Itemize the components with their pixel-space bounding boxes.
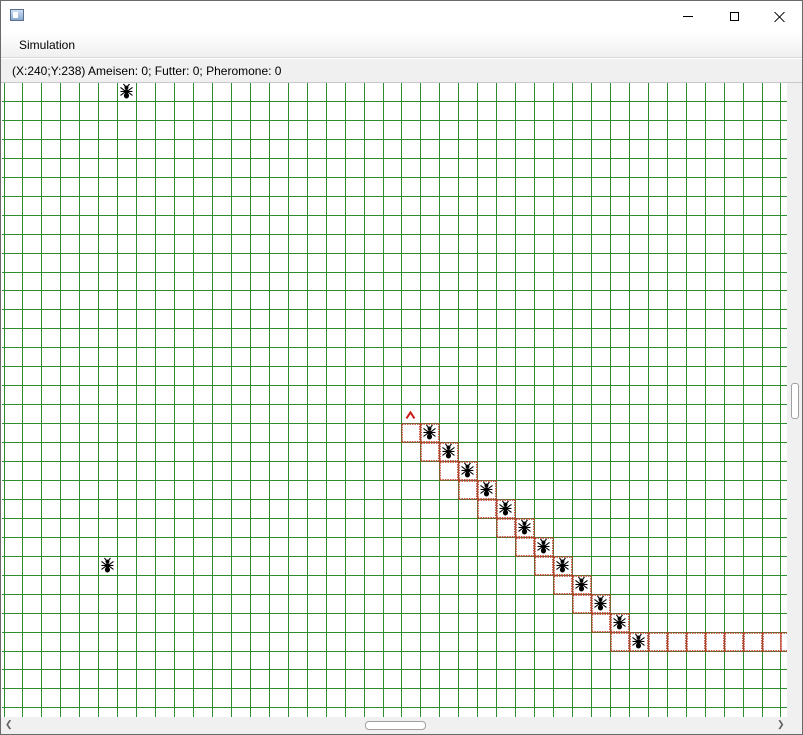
trail-cell: [668, 633, 686, 651]
status-text: (X:240;Y:238) Ameisen: 0; Futter: 0; Phe…: [12, 64, 282, 78]
maximize-button[interactable]: [711, 1, 757, 32]
trail-cell: [535, 557, 553, 575]
trail-cell: [611, 633, 629, 651]
vertical-scroll-thumb[interactable]: [791, 383, 799, 419]
trail-cell: [763, 633, 781, 651]
minimize-icon: [683, 16, 693, 17]
close-button[interactable]: [757, 1, 802, 32]
trail-cell: [649, 633, 667, 651]
trail-cell: [459, 481, 477, 499]
simulation-grid[interactable]: [2, 83, 787, 717]
trail-cell: [478, 500, 496, 518]
ant-icon: [120, 83, 133, 99]
close-icon: [774, 11, 786, 23]
trail-cell: [706, 633, 724, 651]
trail-cell: [440, 462, 458, 480]
title-bar[interactable]: [1, 1, 802, 32]
trail-cell: [421, 443, 439, 461]
trail-cell: [687, 633, 705, 651]
app-window-icon[interactable]: [10, 9, 24, 21]
scroll-left-icon[interactable]: ❮: [5, 720, 13, 729]
ant-icon: [101, 557, 114, 573]
anthill-icon: [405, 410, 416, 420]
scroll-right-icon[interactable]: ❯: [777, 720, 785, 729]
maximize-icon: [729, 12, 739, 21]
trail-cell: [516, 538, 534, 556]
grid-canvas[interactable]: [2, 83, 787, 717]
trail-cell: [497, 519, 515, 537]
minimize-button[interactable]: [665, 1, 711, 32]
horizontal-scrollbar[interactable]: ❮ ❯: [1, 717, 787, 734]
trail-cell: [725, 633, 743, 651]
scrollbar-corner: [787, 717, 802, 734]
trail-cell: [554, 576, 572, 594]
trail-cell: [402, 424, 420, 442]
status-bar: (X:240;Y:238) Ameisen: 0; Futter: 0; Phe…: [1, 59, 802, 83]
vertical-scrollbar[interactable]: [787, 83, 802, 717]
menu-item-simulation[interactable]: Simulation: [12, 36, 82, 54]
trail-cell: [744, 633, 762, 651]
menu-bar: Simulation: [1, 32, 802, 58]
app-window: Simulation (X:240;Y:238) Ameisen: 0; Fut…: [0, 0, 803, 735]
horizontal-scroll-thumb[interactable]: [365, 721, 426, 730]
trail-cell: [573, 595, 591, 613]
trail-cell: [592, 614, 610, 632]
